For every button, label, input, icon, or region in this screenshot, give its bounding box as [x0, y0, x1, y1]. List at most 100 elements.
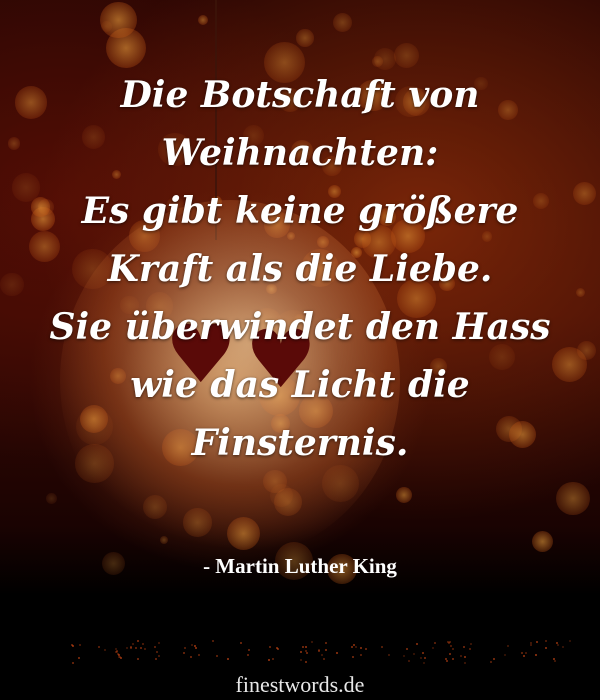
- sparkle: [336, 651, 339, 654]
- sparkle: [320, 653, 323, 656]
- sparkle: [504, 654, 507, 657]
- sparkle: [129, 646, 132, 649]
- sparkle: [530, 643, 533, 646]
- sparkle: [561, 645, 564, 648]
- sparkle: [211, 640, 214, 642]
- sparkle: [434, 642, 437, 645]
- bokeh-light: [296, 29, 314, 47]
- sparkle: [554, 659, 557, 662]
- sparkle: [305, 651, 308, 654]
- sparkle: [408, 660, 411, 663]
- sparkle: [420, 656, 423, 659]
- bokeh-light: [556, 481, 590, 516]
- sparkle: [190, 655, 192, 658]
- sparkle: [445, 659, 448, 662]
- quote-line: Die Botschaft von: [120, 74, 480, 116]
- sparkle: [300, 659, 303, 662]
- sparkle: [140, 646, 143, 649]
- sparkle: [450, 644, 453, 647]
- sparkle: [388, 654, 391, 657]
- sparkle: [136, 657, 139, 660]
- quote-image: ♥ ♥ Die Botschaft von Weihnachten: Es gi…: [0, 0, 600, 700]
- sparkle: [424, 656, 427, 659]
- sparkle: [324, 649, 327, 652]
- sparkle: [144, 647, 147, 650]
- sparkle: [402, 655, 405, 658]
- sparkle: [157, 654, 160, 657]
- quote-author: - Martin Luther King: [203, 554, 397, 578]
- sparkle: [194, 646, 197, 649]
- sparkle: [359, 654, 362, 657]
- bokeh-light: [198, 15, 209, 26]
- sparkle: [300, 651, 303, 654]
- bokeh-light: [394, 42, 420, 68]
- sparkle: [462, 646, 465, 649]
- sparkle: [183, 652, 186, 655]
- sparkle: [271, 658, 274, 661]
- sparkle: [304, 660, 307, 663]
- sparkle: [350, 646, 353, 649]
- sparkle: [464, 655, 467, 658]
- sparkle: [506, 644, 509, 647]
- sparkle: [197, 653, 200, 656]
- sparkle: [311, 641, 314, 644]
- sparkle: [569, 640, 572, 643]
- sparkle: [351, 655, 354, 658]
- quote-line: Es gibt keine größere: [81, 190, 519, 232]
- bokeh-light: [46, 493, 58, 505]
- sparkle: [432, 647, 435, 650]
- sparkle: [131, 642, 134, 645]
- sparkle: [318, 649, 321, 652]
- sparkle: [277, 648, 280, 651]
- sparkle: [191, 643, 194, 646]
- sparkle: [269, 645, 271, 648]
- sparkle: [469, 642, 472, 645]
- sparkle: [535, 654, 538, 657]
- sparkle: [448, 642, 451, 645]
- sparkle: [544, 640, 547, 643]
- quote-line: Kraft als die Liebe.: [107, 248, 493, 290]
- sparkle: [354, 646, 357, 649]
- sparkle: [71, 645, 74, 647]
- sparkle: [153, 646, 156, 649]
- sparkle: [535, 640, 538, 643]
- sparkle: [248, 648, 251, 651]
- sparkle: [557, 643, 560, 646]
- quote-line: wie das Licht die: [130, 364, 470, 406]
- sparkle: [141, 643, 144, 646]
- sparkle: [156, 650, 159, 653]
- sparkle: [451, 657, 454, 660]
- sparkle: [544, 646, 547, 649]
- sparkle: [415, 642, 418, 645]
- sparkle: [460, 655, 463, 658]
- sparkle: [239, 642, 242, 645]
- bokeh-light: [332, 13, 352, 33]
- sparkle: [79, 644, 82, 647]
- sparkle: [522, 655, 525, 658]
- sparkle: [449, 652, 452, 655]
- sparkle: [463, 661, 466, 664]
- sparkle: [381, 645, 384, 648]
- sparkle: [451, 647, 454, 650]
- quote-line: Sie überwindet den Hass: [49, 306, 551, 348]
- sparkle: [520, 652, 523, 655]
- sparkle: [422, 661, 425, 664]
- quote-line: Finsternis.: [191, 422, 409, 464]
- sparkle: [490, 660, 493, 663]
- quote-line: Weihnachten:: [161, 132, 439, 174]
- sparkle: [247, 654, 250, 657]
- sparkle: [227, 658, 230, 661]
- sparkle: [421, 652, 424, 655]
- quote-text: Die Botschaft von Weihnachten: Es gibt k…: [0, 66, 600, 472]
- sparkle: [468, 647, 471, 650]
- sparkle: [155, 657, 158, 660]
- website-watermark: finestwords.de: [235, 672, 365, 697]
- sparkle: [492, 657, 495, 660]
- sparkle: [322, 657, 325, 660]
- sparkle: [325, 641, 328, 644]
- sparkle: [359, 647, 362, 650]
- bokeh-light: [396, 486, 412, 503]
- sparkle: [365, 647, 368, 650]
- sparkle: [216, 655, 219, 658]
- sparkle: [134, 647, 137, 650]
